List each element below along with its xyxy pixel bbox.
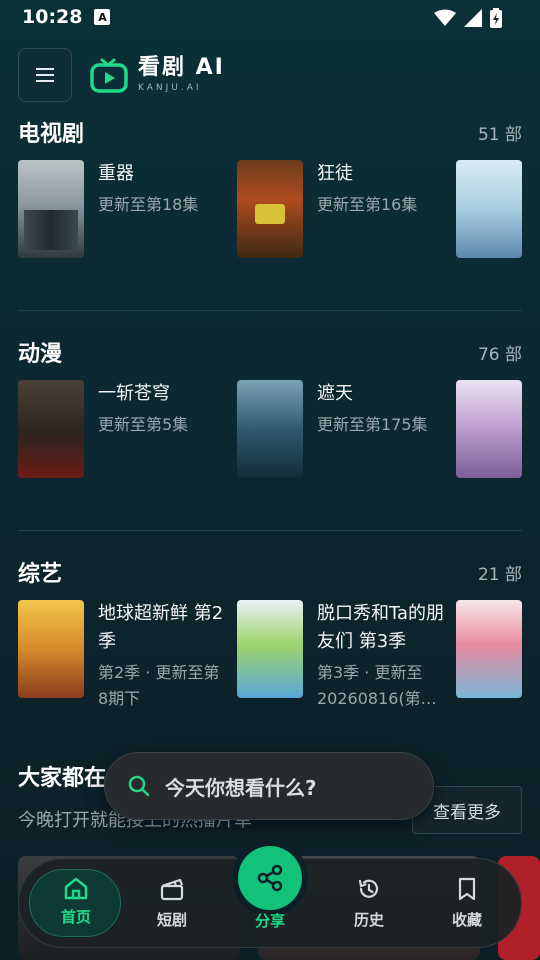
tv-logo-icon bbox=[90, 58, 128, 93]
divider bbox=[18, 310, 522, 311]
poster-image bbox=[237, 160, 303, 258]
section-tv: 电视剧 51 部 重器 更新至第18集 狂徒 更新至第16集 bbox=[0, 116, 540, 306]
list-item[interactable] bbox=[456, 380, 522, 478]
nav-shorts[interactable]: 短剧 bbox=[137, 877, 207, 930]
item-subtitle: 第3季 · 更新至20260816(第… bbox=[317, 663, 437, 708]
search-placeholder: 今天你想看什么? bbox=[165, 775, 317, 800]
poster-image bbox=[456, 380, 522, 478]
section-anime: 动漫 76 部 一斩苍穹 更新至第5集 遮天 更新至第175集 bbox=[0, 336, 540, 526]
section-title: 电视剧 bbox=[18, 122, 85, 147]
signal-icon bbox=[464, 9, 482, 27]
section-variety: 综艺 21 部 地球超新鲜 第2季 第2季 · 更新至第8期下 脱口秀和Ta的朋… bbox=[0, 556, 540, 746]
notification-icon: A bbox=[94, 9, 111, 25]
app-logo: 看剧 AI KANJU.AI bbox=[90, 56, 225, 94]
nav-history-label: 历史 bbox=[353, 911, 384, 929]
section-title: 动漫 bbox=[18, 342, 63, 367]
app-name: 看剧 AI bbox=[138, 55, 225, 80]
wifi-icon bbox=[434, 9, 456, 26]
list-item[interactable]: 重器 更新至第18集 bbox=[18, 160, 226, 258]
item-title: 脱口秀和Ta的朋友们 第3季 bbox=[317, 603, 445, 652]
list-item[interactable]: 地球超新鲜 第2季 第2季 · 更新至第8期下 bbox=[18, 600, 226, 712]
nav-history[interactable]: 历史 bbox=[334, 877, 404, 930]
item-title: 重器 bbox=[98, 163, 134, 184]
list-item[interactable] bbox=[456, 600, 522, 698]
section-count[interactable]: 76 部 bbox=[478, 340, 522, 365]
poster-image bbox=[18, 380, 84, 478]
poster-image bbox=[237, 380, 303, 478]
nav-home[interactable]: 首页 bbox=[29, 869, 121, 937]
hamburger-icon bbox=[36, 68, 54, 82]
list-item[interactable]: 狂徒 更新至第16集 bbox=[237, 160, 445, 258]
status-bar: 10:28 A bbox=[0, 0, 540, 34]
section-title: 综艺 bbox=[18, 562, 63, 587]
section-count[interactable]: 51 部 bbox=[478, 120, 522, 145]
item-subtitle: 更新至第18集 bbox=[98, 195, 199, 214]
divider bbox=[18, 530, 522, 531]
list-item[interactable] bbox=[456, 160, 522, 258]
poster-image bbox=[456, 160, 522, 258]
item-title: 狂徒 bbox=[317, 163, 353, 184]
poster-image bbox=[18, 160, 84, 258]
status-time: 10:28 bbox=[22, 6, 83, 28]
nav-share-label: 分享 bbox=[254, 912, 285, 930]
battery-icon bbox=[490, 8, 502, 28]
nav-favorites[interactable]: 收藏 bbox=[432, 877, 502, 930]
poster-image bbox=[237, 600, 303, 698]
history-icon bbox=[358, 879, 379, 898]
item-subtitle: 更新至第16集 bbox=[317, 195, 418, 214]
nav-favorites-label: 收藏 bbox=[451, 911, 482, 929]
search-icon bbox=[128, 775, 150, 797]
menu-button[interactable] bbox=[18, 48, 72, 102]
poster-image bbox=[18, 600, 84, 698]
share-button[interactable] bbox=[238, 846, 302, 910]
item-subtitle: 更新至第5集 bbox=[98, 415, 189, 434]
search-bar[interactable]: 今天你想看什么? bbox=[104, 752, 434, 820]
nav-home-label: 首页 bbox=[60, 908, 91, 926]
share-icon bbox=[257, 864, 283, 892]
item-title: 遮天 bbox=[317, 383, 353, 404]
watching-title: 大家都在 bbox=[18, 766, 107, 791]
list-item[interactable]: 一斩苍穹 更新至第5集 bbox=[18, 380, 226, 478]
section-count[interactable]: 21 部 bbox=[478, 560, 522, 585]
list-item[interactable]: 脱口秀和Ta的朋友们 第3季 第3季 · 更新至20260816(第… bbox=[237, 600, 445, 712]
item-title: 地球超新鲜 第2季 bbox=[98, 603, 224, 652]
item-subtitle: 第2季 · 更新至第8期下 bbox=[98, 663, 220, 708]
list-item[interactable]: 遮天 更新至第175集 bbox=[237, 380, 445, 478]
nav-shorts-label: 短剧 bbox=[156, 911, 187, 929]
item-subtitle: 更新至第175集 bbox=[317, 415, 428, 434]
poster-image bbox=[456, 600, 522, 698]
item-title: 一斩苍穹 bbox=[98, 383, 170, 404]
bookmark-icon bbox=[458, 877, 476, 901]
home-icon bbox=[64, 877, 88, 900]
app-subtitle: KANJU.AI bbox=[138, 83, 202, 93]
clapperboard-icon bbox=[160, 878, 184, 901]
